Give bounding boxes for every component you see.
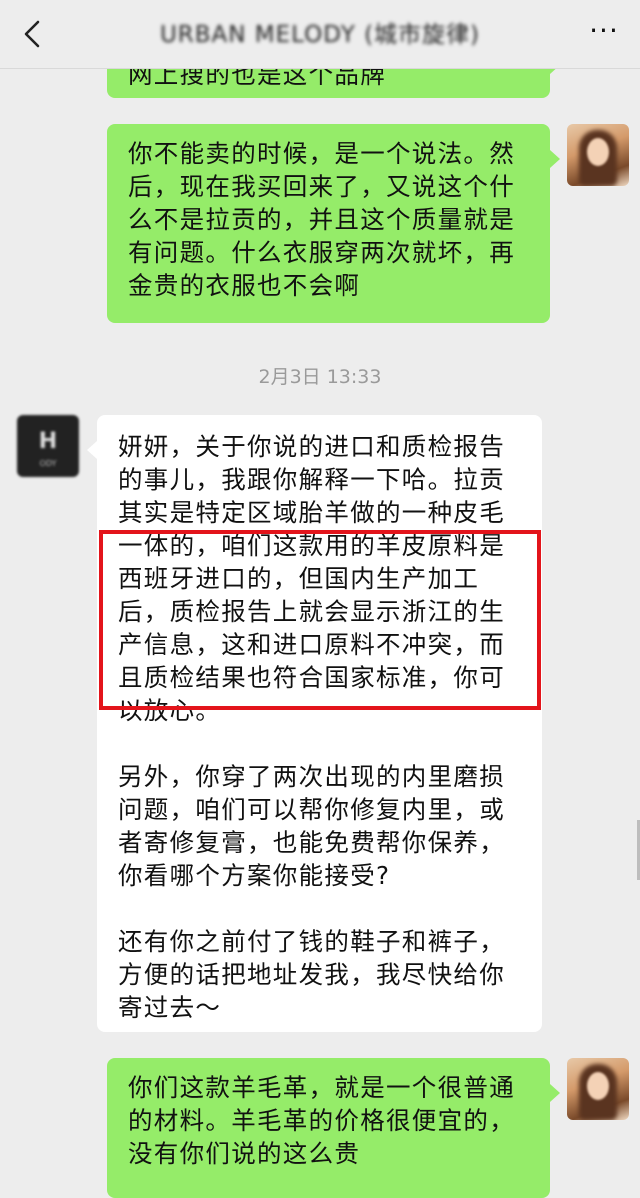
message-bubble-received[interactable]: 妍妍，关于你说的进口和质检报告的事儿，我跟你解释一下哈。拉贡其实是特定区域胎羊做… [87,415,542,1032]
chat-title-overlay: URBAN MELODY (城市旋律) [159,22,481,48]
user-avatar[interactable] [567,1058,629,1120]
more-icon[interactable]: ··· [584,17,624,50]
message-paragraph: 还有你之前付了钱的鞋子和裤子，方便的话把地址发我，我尽快给你寄过去～ [118,927,505,1022]
shop-logo-icon: H [38,429,58,454]
shop-avatar[interactable]: H ODY [17,415,79,477]
highlight-box [99,530,541,710]
message-bubble-sent[interactable]: 你们这款羊毛革，就是一个很普通的材料。羊毛革的价格很便宜的，没有你们说的这么贵 [107,1058,560,1198]
message-text: 你不能卖的时候，是一个说法。然后，现在我买回来了，又说这个什么不是拉贡的，并且这… [128,139,515,300]
user-avatar[interactable] [567,124,629,186]
message-timestamp: 2月3日 13:33 [258,366,382,388]
shop-avatar-text: ODY [39,459,57,468]
message-bubble-sent[interactable]: 你不能卖的时候，是一个说法。然后，现在我买回来了，又说这个什么不是拉贡的，并且这… [107,124,560,323]
back-chevron-icon[interactable] [18,18,50,50]
message-paragraph: 另外，你穿了两次出现的内里磨损问题，咱们可以帮你修复内里，或者寄修复膏，也能免费… [118,762,505,890]
message-text: 你们这款羊毛革，就是一个很普通的材料。羊毛革的价格很便宜的，没有你们说的这么贵 [128,1073,515,1168]
